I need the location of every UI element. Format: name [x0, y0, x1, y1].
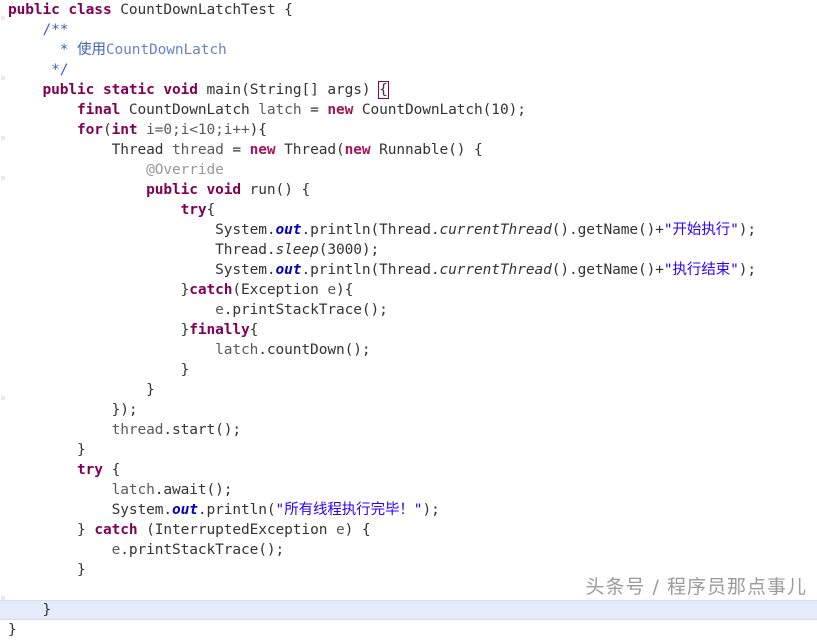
bracket-match-highlight: {	[378, 81, 389, 99]
code-line[interactable]: }finally{	[0, 320, 817, 340]
code-line[interactable]: latch.await();	[0, 480, 817, 500]
javadoc-close: */	[42, 62, 69, 78]
code-line[interactable]: }	[0, 620, 817, 640]
javadoc-open: /**	[42, 22, 69, 38]
code-line[interactable]: }catch(Exception e){	[0, 280, 817, 300]
code-line[interactable]: e.printStackTrace();	[0, 300, 817, 320]
code-line[interactable]: /**	[0, 20, 817, 40]
code-line[interactable]: });	[0, 400, 817, 420]
code-line[interactable]: System.out.println("所有线程执行完毕！");	[0, 500, 817, 520]
code-line[interactable]: System.out.println(Thread.currentThread(…	[0, 220, 817, 240]
code-line[interactable]: Thread thread = new Thread(new Runnable(…	[0, 140, 817, 160]
code-line[interactable]: try{	[0, 200, 817, 220]
code-editor[interactable]: public class CountDownLatchTest { /** * …	[0, 0, 817, 638]
javadoc-star: *	[51, 42, 78, 58]
code-line[interactable]: try {	[0, 460, 817, 480]
javadoc-text: 使用	[77, 42, 106, 58]
code-line[interactable]: thread.start();	[0, 420, 817, 440]
code-line-current[interactable]: }	[0, 600, 817, 620]
code-line[interactable]: public static void main(String[] args) {	[0, 80, 817, 100]
code-line[interactable]: latch.countDown();	[0, 340, 817, 360]
code-line[interactable]: } catch (InterruptedException e) {	[0, 520, 817, 540]
code-line[interactable]: }	[0, 360, 817, 380]
code-line[interactable]: public void run() {	[0, 180, 817, 200]
watermark: 头条号 / 程序员那点事儿	[585, 576, 807, 598]
code-line[interactable]: for(int i=0;i<10;i++){	[0, 120, 817, 140]
code-line[interactable]: * 使用CountDownLatch	[0, 40, 817, 60]
javadoc-link: CountDownLatch	[105, 42, 227, 58]
code-text-area[interactable]: public class CountDownLatchTest { /** * …	[0, 0, 817, 638]
string-literal-start-exec: 开始执行	[672, 222, 731, 238]
string-literal-all-done: 所有线程执行完毕！	[284, 502, 414, 518]
string-literal-end-exec: 执行结束	[672, 262, 731, 278]
code-line[interactable]: @Override	[0, 160, 817, 180]
override-annotation: @Override	[146, 162, 224, 178]
code-line[interactable]: e.printStackTrace();	[0, 540, 817, 560]
code-line[interactable]: Thread.sleep(3000);	[0, 240, 817, 260]
code-line[interactable]: System.out.println(Thread.currentThread(…	[0, 260, 817, 280]
code-line[interactable]: }	[0, 440, 817, 460]
code-line[interactable]: public class CountDownLatchTest {	[0, 0, 817, 20]
code-line[interactable]: final CountDownLatch latch = new CountDo…	[0, 100, 817, 120]
code-line[interactable]: */	[0, 60, 817, 80]
code-line[interactable]: }	[0, 380, 817, 400]
